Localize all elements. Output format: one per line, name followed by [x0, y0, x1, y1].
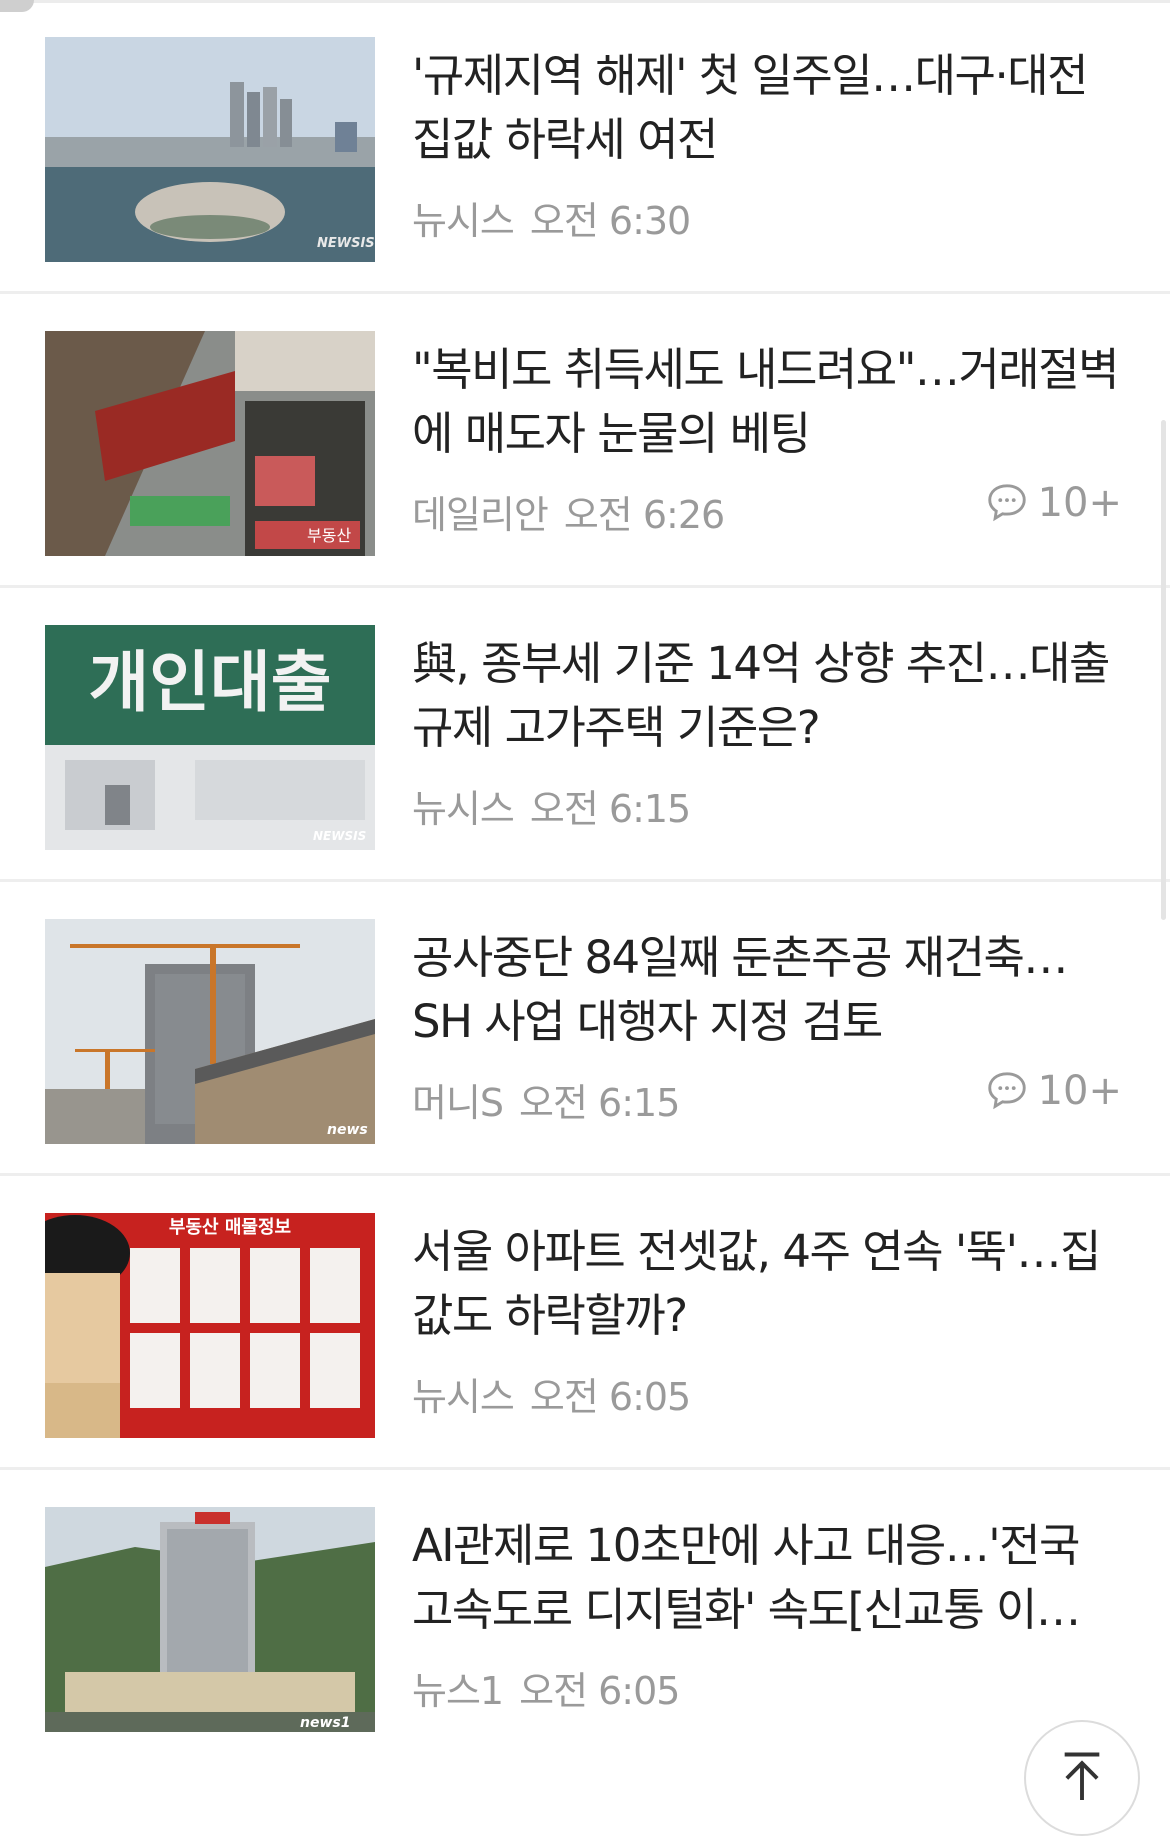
- thumb-watermark: NEWSIS: [313, 829, 366, 843]
- article-title[interactable]: 與, 종부세 기준 14억 상향 추진…대출규제 고가주택 기준은?: [412, 632, 1122, 760]
- list-item[interactable]: NEWSIS '규제지역 해제' 첫 일주일…대구·대전 집값 하락세 여전 뉴…: [0, 2, 1170, 294]
- article-thumbnail[interactable]: NEWSIS: [45, 37, 375, 262]
- list-item[interactable]: news1 AI관제로 10초만에 사고 대응…'전국 고속도로 디지털화' 속…: [0, 1472, 1170, 1764]
- article-thumbnail[interactable]: 개인대출 NEWSIS: [45, 625, 375, 850]
- thumb-watermark: news1: [300, 1715, 350, 1731]
- article-meta: 머니S 오전 6:15: [412, 1072, 680, 1127]
- article-source: 뉴시스: [412, 787, 515, 831]
- scrollbar[interactable]: [1161, 420, 1166, 920]
- article-title[interactable]: 서울 아파트 전셋값, 4주 연속 '뚝'…집값도 하락할까?: [412, 1220, 1122, 1348]
- article-meta: 데일리안 오전 6:26: [412, 484, 725, 539]
- article-source: 뉴시스: [412, 1375, 515, 1419]
- article-time: 오전 6:05: [529, 1375, 691, 1419]
- arrow-up-to-top-icon: [1064, 1752, 1100, 1800]
- article-meta: 뉴스1 오전 6:05: [412, 1660, 680, 1715]
- thumb-sign-text: 부동산 매물정보: [169, 1217, 291, 1238]
- scroll-to-top-button[interactable]: [1024, 1720, 1140, 1836]
- comment-count-label: 10+: [1037, 1068, 1122, 1114]
- speech-bubble-icon: [987, 484, 1026, 522]
- thumb-watermark: news: [327, 1122, 368, 1138]
- article-title[interactable]: '규제지역 해제' 첫 일주일…대구·대전 집값 하락세 여전: [412, 44, 1122, 172]
- list-item[interactable]: 부동산 매물정보 서울 아파트 전셋값, 4주 연속 '뚝'…집값도 하락할까?…: [0, 1178, 1170, 1470]
- article-source: 데일리안: [412, 493, 549, 537]
- article-thumbnail[interactable]: news1: [45, 1507, 375, 1732]
- article-thumbnail[interactable]: 부동산 매물정보: [45, 1213, 375, 1438]
- article-title[interactable]: 공사중단 84일째 둔촌주공 재건축… SH 사업 대행자 지정 검토: [412, 926, 1122, 1054]
- list-item[interactable]: 부동산 "복비도 취득세도 내드려요"…거래절벽에 매도자 눈물의 베팅 데일리…: [0, 296, 1170, 588]
- thumb-watermark: NEWSIS: [317, 236, 375, 251]
- thumb-sign-text: 개인대출: [89, 644, 332, 721]
- article-time: 오전 6:05: [519, 1669, 680, 1713]
- article-thumbnail[interactable]: 부동산: [45, 331, 375, 556]
- speech-bubble-icon: [987, 1072, 1026, 1110]
- article-time: 오전 6:26: [563, 493, 725, 537]
- article-meta: 뉴시스 오전 6:15: [412, 778, 691, 833]
- comment-count-label: 10+: [1037, 480, 1122, 526]
- list-item[interactable]: 개인대출 NEWSIS 與, 종부세 기준 14억 상향 추진…대출규제 고가주…: [0, 590, 1170, 882]
- article-time: 오전 6:15: [529, 787, 691, 831]
- comment-count[interactable]: 10+: [984, 480, 1122, 526]
- article-source: 머니S: [412, 1081, 504, 1125]
- article-meta: 뉴시스 오전 6:30: [412, 190, 691, 245]
- list-item[interactable]: news 공사중단 84일째 둔촌주공 재건축… SH 사업 대행자 지정 검토…: [0, 884, 1170, 1176]
- article-title[interactable]: "복비도 취득세도 내드려요"…거래절벽에 매도자 눈물의 베팅: [412, 338, 1122, 466]
- comment-count[interactable]: 10+: [984, 1068, 1122, 1114]
- article-source: 뉴스1: [412, 1669, 504, 1713]
- article-time: 오전 6:15: [519, 1081, 680, 1125]
- article-source: 뉴시스: [412, 199, 515, 243]
- article-thumbnail[interactable]: news: [45, 919, 375, 1144]
- thumb-sign-text: 부동산: [307, 526, 351, 545]
- article-meta: 뉴시스 오전 6:05: [412, 1366, 691, 1421]
- article-time: 오전 6:30: [529, 199, 691, 243]
- article-title[interactable]: AI관제로 10초만에 사고 대응…'전국 고속도로 디지털화' 속도[신교통 …: [412, 1514, 1122, 1642]
